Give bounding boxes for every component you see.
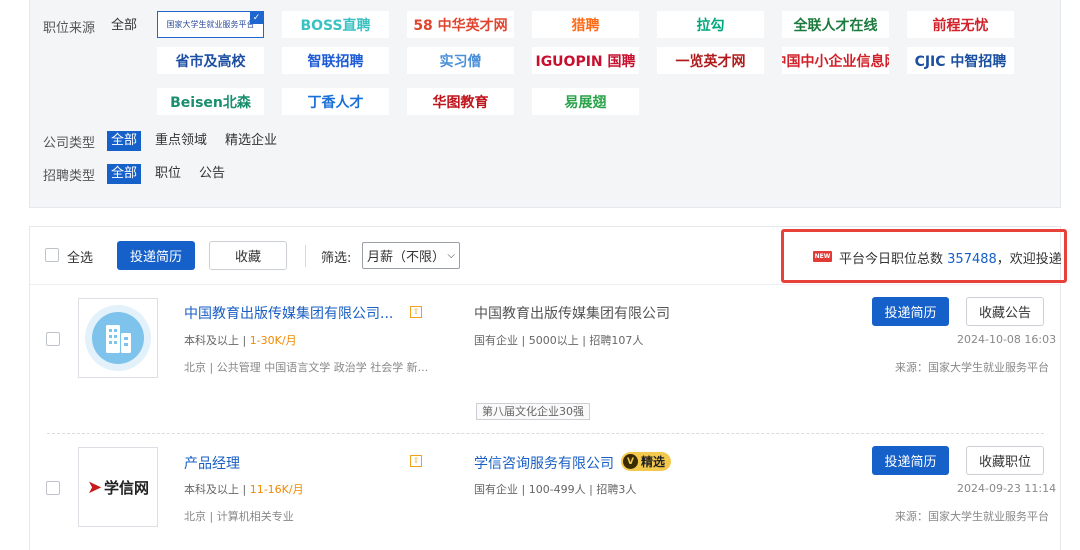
job-source: 来源：国家大学生就业服务平台 (895, 510, 1049, 523)
job-requirements: 本科及以上 | 1-30K/月 (184, 334, 297, 347)
source-logo-text: 智联招聘 (307, 53, 364, 70)
source-logo-text: 全联人才在线 (793, 17, 878, 34)
apply-button[interactable]: 投递简历 (872, 297, 949, 326)
source-logo-sme[interactable]: 中国中小企业信息网 (782, 47, 889, 74)
total-jobs-count: 357488 (947, 252, 997, 267)
source-logo-quanlian[interactable]: 全联人才在线 (782, 11, 889, 38)
company-logo[interactable] (78, 298, 158, 378)
source-logo-text: 实习僧 (439, 53, 482, 70)
job-title[interactable]: 产品经理 (184, 453, 240, 473)
source-logo-text: IGUOPIN 国聘 (535, 53, 636, 70)
pin-top-icon: ⇧ (410, 306, 422, 318)
company-logo-text: 学信网 (104, 478, 150, 497)
recruit-type-option-notices[interactable]: 公告 (195, 164, 229, 184)
company-honor-badge: 第八届文化企业30强 (476, 403, 590, 420)
source-logo-boss[interactable]: BOSS直聘 (282, 11, 389, 38)
source-logo-text: 前程无忧 (932, 17, 989, 34)
job-salary: 1-30K/月 (249, 334, 297, 347)
source-logo-provincial[interactable]: 省市及高校 (157, 47, 264, 74)
select-all-checkbox[interactable] (45, 248, 59, 262)
salary-select-value: 月薪（不限） (367, 250, 446, 265)
recruit-type-label: 招聘类型 (43, 168, 96, 184)
selected-check-icon: ✓ (250, 12, 263, 24)
job-checkbox[interactable] (46, 481, 60, 495)
building-icon (85, 305, 151, 371)
post-date: 2024-10-08 16:03 (957, 333, 1057, 346)
source-logo-ncss[interactable]: 国家大学生就业服务平台 ✓ (157, 11, 264, 38)
job-tags: 北京 | 公共管理 中国语言文学 政治学 社会学 新... (184, 361, 429, 374)
xuexin-logo-icon: ➤ (86, 476, 103, 498)
source-logo-text: 拉勾 (696, 17, 725, 34)
company-name[interactable]: 中国教育出版传媒集团有限公司 (474, 303, 670, 323)
favorite-notice-button[interactable]: 收藏公告 (966, 297, 1044, 326)
job-requirements: 本科及以上 | 11-16K/月 (184, 483, 304, 496)
source-logo-job5156[interactable]: 一览英才网 (657, 47, 764, 74)
source-logo-liepin[interactable]: 猎聘 (532, 11, 639, 38)
batch-apply-button[interactable]: 投递简历 (117, 241, 195, 270)
source-logo-cjol[interactable]: CJIC 中智招聘 (907, 47, 1014, 74)
source-logo-58[interactable]: 58 中华英才网 (407, 11, 514, 38)
total-jobs-text: 平台今日职位总数 357488，欢迎投递 (839, 252, 1062, 267)
total-jobs-highlight: NEW 平台今日职位总数 357488，欢迎投递 (781, 229, 1067, 283)
source-logo-text: Beisen北森 (170, 94, 251, 111)
source-logo-text: 丁香人才 (307, 94, 364, 111)
v-badge-icon: V (623, 454, 638, 469)
company-type-label: 公司类型 (43, 135, 96, 151)
source-logo-zhilian[interactable]: 智联招聘 (282, 47, 389, 74)
recruit-type-option-jobs[interactable]: 职位 (151, 164, 185, 184)
chevron-down-icon: ⌵ (447, 250, 455, 261)
source-logo-iguopin[interactable]: IGUOPIN 国聘 (532, 47, 639, 74)
filter-label: 筛选: (321, 251, 352, 266)
source-logo-51job[interactable]: 前程无忧 (907, 11, 1014, 38)
job-salary: 11-16K/月 (249, 483, 304, 496)
featured-company-badge: V 精选 (621, 452, 672, 471)
source-logo-text: 58 中华英才网 (413, 17, 508, 34)
pin-top-icon: ⇧ (410, 455, 422, 467)
source-logo-lagou[interactable]: 拉勾 (657, 11, 764, 38)
recruit-type-option-all[interactable]: 全部 (107, 164, 142, 184)
source-logo-text: 一览英才网 (675, 53, 746, 70)
apply-button[interactable]: 投递简历 (872, 446, 949, 475)
job-divider (47, 433, 1044, 434)
job-source: 来源：国家大学生就业服务平台 (895, 361, 1049, 374)
source-logo-text: CJIC 中智招聘 (914, 53, 1007, 70)
post-date: 2024-09-23 11:14 (957, 482, 1057, 495)
company-logo[interactable]: ➤ 学信网 (78, 447, 158, 527)
job-list-panel: 全选 投递简历 收藏 筛选: 月薪（不限） ⌵ NEW 平台今日职位总数 357… (29, 226, 1067, 550)
source-filter-row: 职位来源 全部 (43, 16, 141, 36)
filter-panel: 职位来源 全部 国家大学生就业服务平台 ✓ BOSS直聘 58 中华英才网 猎聘 拉勾 全联… (29, 0, 1061, 208)
source-logo-text: 国家大学生就业服务平台 (166, 20, 255, 29)
source-logo-dingxiang[interactable]: 丁香人才 (282, 88, 389, 115)
company-meta: 国有企业 | 100-499人 | 招聘3人 (474, 483, 637, 496)
toolbar-divider (305, 245, 306, 267)
company-meta: 国有企业 | 5000以上 | 招聘107人 (474, 334, 644, 347)
source-logo-text: 华图教育 (432, 94, 489, 111)
company-type-row: 公司类型 全部 重点领域 精选企业 (43, 131, 281, 151)
salary-select[interactable]: 月薪（不限） ⌵ (362, 242, 460, 269)
source-filter-label: 职位来源 (43, 20, 96, 36)
job-tags: 北京 | 计算机相关专业 (184, 510, 294, 523)
source-logo-beisen[interactable]: Beisen北森 (157, 88, 264, 115)
new-badge: NEW (813, 251, 832, 262)
source-option-all[interactable]: 全部 (107, 16, 141, 36)
recruit-type-row: 招聘类型 全部 职位 公告 (43, 164, 229, 184)
job-checkbox[interactable] (46, 332, 60, 346)
source-logo-yizhanchi[interactable]: 易展翅 (532, 88, 639, 115)
company-type-option-all[interactable]: 全部 (107, 131, 142, 151)
source-logo-text: 猎聘 (571, 17, 600, 34)
source-logo-shixiseng[interactable]: 实习僧 (407, 47, 514, 74)
company-name[interactable]: 学信咨询服务有限公司 (474, 453, 614, 473)
job-title[interactable]: 中国教育出版传媒集团有限公司... (184, 303, 393, 323)
source-logo-text: 省市及高校 (175, 53, 246, 70)
favorite-job-button[interactable]: 收藏职位 (966, 446, 1044, 475)
list-toolbar: 全选 投递简历 收藏 筛选: 月薪（不限） ⌵ NEW 平台今日职位总数 357… (30, 227, 1067, 285)
source-logo-huatu[interactable]: 华图教育 (407, 88, 514, 115)
batch-favorite-button[interactable]: 收藏 (209, 241, 287, 270)
company-type-option-selected[interactable]: 精选企业 (221, 131, 281, 151)
source-logo-text: BOSS直聘 (300, 17, 371, 34)
company-type-option-key-areas[interactable]: 重点领域 (151, 131, 211, 151)
source-logo-text: 中国中小企业信息网 (782, 53, 889, 70)
source-logo-text: 易展翅 (564, 94, 607, 111)
select-all-label: 全选 (67, 251, 94, 266)
